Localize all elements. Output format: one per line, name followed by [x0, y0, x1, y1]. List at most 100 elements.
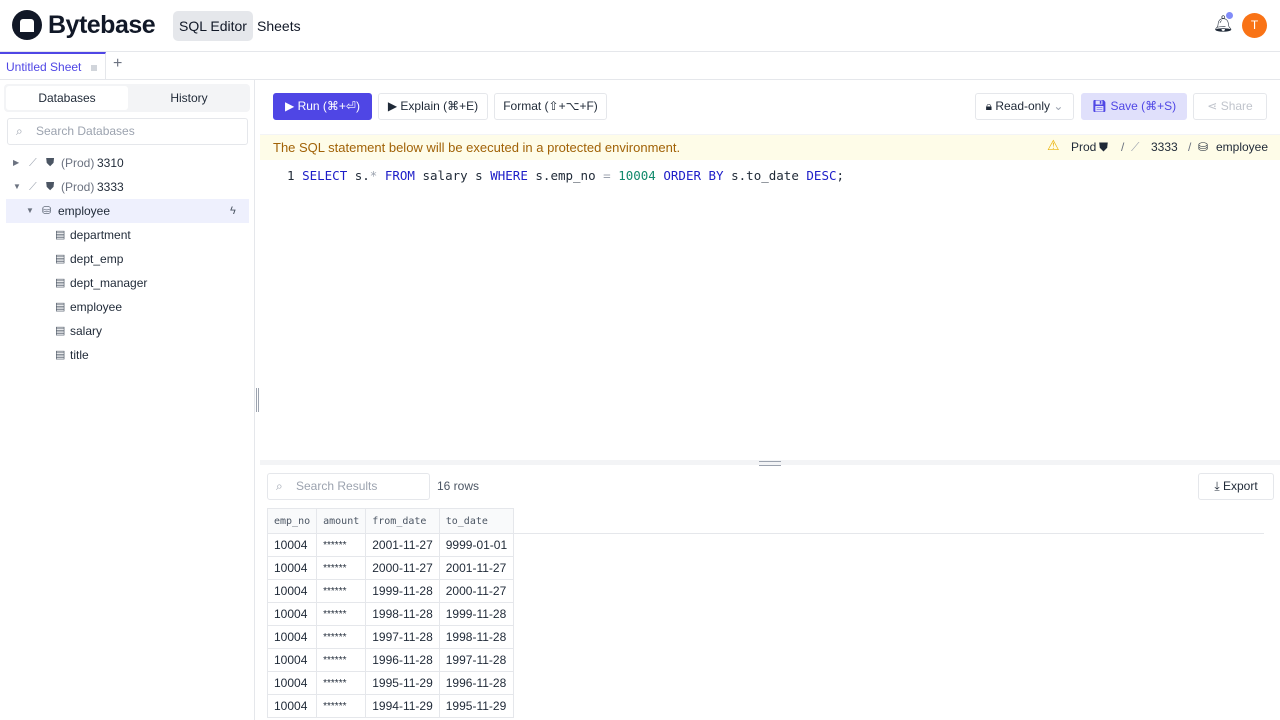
database-icon: ⛁ — [42, 205, 52, 217]
tree-instance-3310[interactable]: ▶ ⟋ ⛊ (Prod) 3310 — [0, 151, 255, 175]
sql-editor[interactable]: 1 SELECT s.* FROM salary s WHERE s.emp_n… — [287, 168, 844, 183]
column-header[interactable]: to_date — [438, 508, 515, 534]
caret-down-icon[interactable]: ▼ — [13, 175, 21, 199]
download-icon: ⤓ — [1214, 479, 1220, 493]
table-cell[interactable]: 10004 — [266, 648, 318, 672]
avatar[interactable]: T — [1242, 13, 1267, 38]
database-icon: ⛁ — [1198, 140, 1209, 154]
results-resize-handle[interactable] — [260, 460, 1280, 466]
table-cell[interactable]: 10004 — [266, 694, 318, 718]
logo-icon — [12, 10, 42, 40]
table-cell[interactable]: 1995-11-29 — [438, 694, 515, 718]
table-cell[interactable]: ****** — [316, 579, 367, 603]
shield-icon: ⛊ — [46, 181, 55, 193]
column-header[interactable]: from_date — [365, 508, 440, 534]
table-cell[interactable]: 1996-11-28 — [365, 648, 440, 672]
table-icon: ▤ — [55, 349, 66, 361]
database-name: employee — [1216, 140, 1269, 154]
tree-database-employee[interactable]: ▼ ⛁ employee ϟ — [6, 199, 249, 223]
table-cell[interactable]: 1999-11-28 — [365, 579, 440, 603]
table-icon: ▤ — [55, 229, 66, 241]
chevron-down-icon: ⌄ — [1053, 99, 1064, 113]
table-cell[interactable]: ****** — [316, 556, 367, 580]
table-cell[interactable]: 9999-01-01 — [438, 533, 515, 557]
table-cell[interactable]: 1996-11-28 — [438, 671, 515, 695]
table-cell[interactable]: 1998-11-28 — [365, 602, 440, 626]
table-cell[interactable]: 2001-11-27 — [438, 556, 515, 580]
tab-untitled-sheet[interactable]: Untitled Sheet — [0, 52, 106, 80]
env-label: (Prod) — [61, 180, 95, 194]
table-cell[interactable]: 10004 — [266, 625, 318, 649]
export-button[interactable]: ⤓ Export — [1198, 473, 1274, 500]
table-cell[interactable]: 10004 — [266, 671, 318, 695]
table-cell[interactable]: ****** — [316, 671, 367, 695]
table-cell[interactable]: ****** — [316, 602, 367, 626]
shield-icon: ⛊ — [1099, 140, 1109, 154]
table-cell[interactable]: 10004 — [266, 602, 318, 626]
table-cell[interactable]: 2001-11-27 — [365, 533, 440, 557]
sidebar-tabs: Databases History — [4, 84, 250, 112]
run-button[interactable]: ▶ Run (⌘+⏎) — [273, 93, 372, 120]
nav-sql-editor[interactable]: SQL Editor — [173, 11, 253, 41]
table-cell[interactable]: ****** — [316, 648, 367, 672]
search-results-input[interactable]: ⌕ Search Results — [267, 473, 430, 500]
placeholder: Search Databases — [36, 124, 135, 138]
add-tab-button[interactable]: + — [113, 55, 122, 73]
table-cell[interactable]: 2000-11-27 — [438, 579, 515, 603]
table-cell[interactable]: ****** — [316, 625, 367, 649]
tree-table-item[interactable]: ▤ dept_emp — [0, 247, 255, 271]
table-cell[interactable]: 10004 — [266, 533, 318, 557]
share-button[interactable]: ⋖ Share — [1193, 93, 1267, 120]
table-name: dept_emp — [70, 252, 124, 266]
table-cell[interactable]: 1999-11-28 — [438, 602, 515, 626]
table-icon: ▤ — [55, 301, 66, 313]
database-name: employee — [58, 204, 111, 218]
nav-sheets[interactable]: Sheets — [251, 11, 307, 41]
caret-right-icon[interactable]: ▶ — [13, 151, 19, 175]
tree-table-item[interactable]: ▤ department — [0, 223, 255, 247]
tree-table-item[interactable]: ▤ salary — [0, 319, 255, 343]
mysql-icon: ⟋ — [29, 157, 37, 169]
tree-table-item[interactable]: ▤ title — [0, 343, 255, 367]
protected-environment-banner: The SQL statement below will be executed… — [260, 134, 1280, 160]
mode-label: Read-only — [995, 99, 1051, 113]
table-cell[interactable]: ****** — [316, 694, 367, 718]
tab-label: Untitled Sheet — [6, 60, 82, 74]
tab-databases[interactable]: Databases — [6, 86, 128, 110]
caret-down-icon[interactable]: ▼ — [26, 199, 34, 223]
table-cell[interactable]: 1997-11-28 — [438, 648, 515, 672]
table-cell[interactable]: 1994-11-29 — [365, 694, 440, 718]
instance-name: 3310 — [97, 156, 124, 170]
table-name: title — [70, 348, 89, 362]
table-cell[interactable]: ****** — [316, 533, 367, 557]
save-button[interactable]: 💾︎ Save (⌘+S) — [1081, 93, 1187, 120]
table-cell[interactable]: 1995-11-29 — [365, 671, 440, 695]
table-cell[interactable]: 2000-11-27 — [365, 556, 440, 580]
search-icon: ⌕ — [16, 124, 23, 138]
column-header[interactable]: emp_no — [266, 508, 318, 534]
line-number: 1 — [287, 168, 295, 183]
format-button[interactable]: Format (⇧+⌥+F) — [494, 93, 607, 120]
search-databases-input[interactable]: ⌕ Search Databases — [7, 118, 248, 145]
bytebase-logo[interactable]: Bytebase — [12, 10, 156, 40]
column-header[interactable]: amount — [316, 508, 367, 534]
tree-instance-3333[interactable]: ▼ ⟋ ⛊ (Prod) 3333 — [0, 175, 255, 199]
sidebar-resize-handle[interactable] — [256, 388, 259, 412]
tree-table-item[interactable]: ▤ employee — [0, 295, 255, 319]
table-cell[interactable]: 1998-11-28 — [438, 625, 515, 649]
read-only-select[interactable]: 🔒︎ Read-only ⌄ — [975, 93, 1074, 120]
mysql-icon: ⟋ — [29, 181, 37, 193]
tree-table-item[interactable]: ▤ dept_manager — [0, 271, 255, 295]
table-cell[interactable]: 10004 — [266, 556, 318, 580]
table-row: 10004 ****** 1998-11-28 1999-11-28 — [266, 602, 1264, 626]
table-row: 10004 ****** 2001-11-27 9999-01-01 — [266, 533, 1264, 557]
explain-button[interactable]: ▶ Explain (⌘+E) — [378, 93, 488, 120]
lightning-icon[interactable]: ϟ — [230, 199, 236, 223]
table-name: dept_manager — [70, 276, 148, 290]
tab-history[interactable]: History — [128, 86, 250, 110]
table-cell[interactable]: 10004 — [266, 579, 318, 603]
table-row: 10004 ****** 1996-11-28 1997-11-28 — [266, 648, 1264, 672]
share-icon: ⋖ — [1207, 99, 1218, 113]
banner-message: The SQL statement below will be executed… — [273, 140, 681, 155]
table-cell[interactable]: 1997-11-28 — [365, 625, 440, 649]
